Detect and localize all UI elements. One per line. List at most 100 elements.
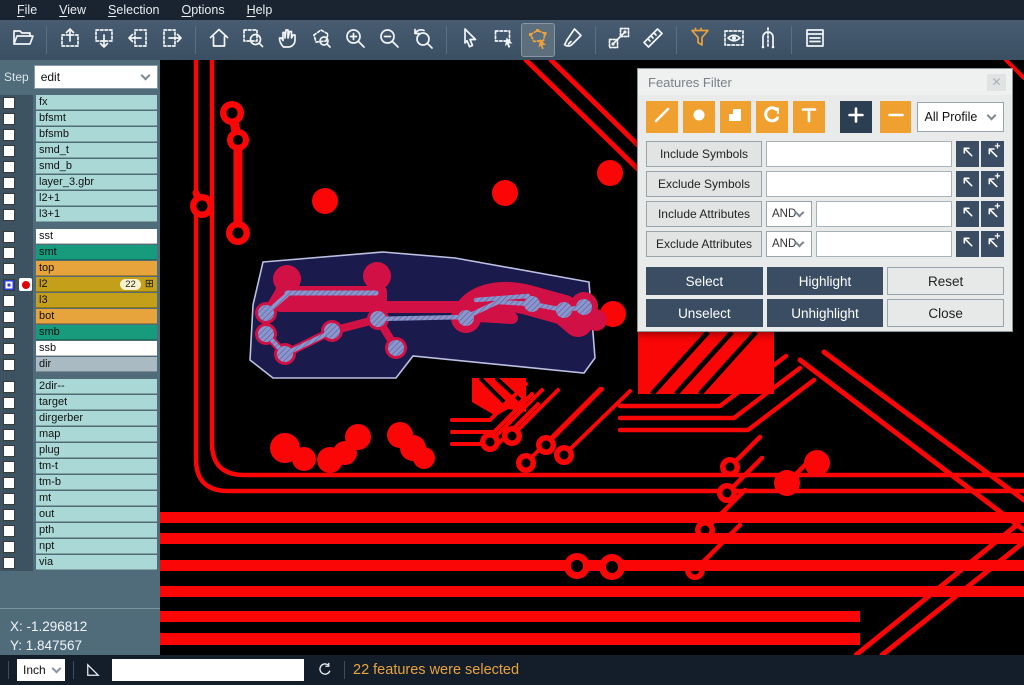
exclude-attributes-input[interactable]: [816, 231, 952, 257]
highlight-button[interactable]: Highlight: [767, 267, 884, 295]
include-attributes-input[interactable]: [816, 201, 952, 227]
layer-visibility-checkbox[interactable]: [3, 311, 15, 323]
feature-type-arc-button[interactable]: [756, 101, 788, 133]
layer-row-l2+1[interactable]: l2+1: [0, 191, 160, 206]
exclude-symbols-pick-button[interactable]: [956, 171, 979, 197]
layer-visibility-checkbox[interactable]: [3, 145, 15, 157]
include-attributes-pick-add-button[interactable]: [981, 201, 1004, 227]
exclude-attributes-pick-button[interactable]: [956, 231, 979, 257]
include-symbols-input[interactable]: [766, 141, 952, 167]
unselect-button[interactable]: Unselect: [646, 299, 763, 327]
features-filter-button[interactable]: [684, 24, 716, 56]
layer-name[interactable]: dirgerber: [36, 411, 157, 426]
layer-row-fx[interactable]: fx: [0, 95, 160, 110]
include-symbols-button[interactable]: Include Symbols: [646, 141, 762, 167]
layer-visibility-checkbox[interactable]: [3, 177, 15, 189]
layer-name[interactable]: l2+1: [36, 191, 157, 206]
exclude-attributes-button[interactable]: Exclude Attributes: [646, 231, 762, 257]
layer-name[interactable]: tm-t: [36, 459, 157, 474]
layer-visibility-checkbox[interactable]: [3, 247, 15, 259]
open-file-button[interactable]: [7, 24, 39, 56]
units-dropdown[interactable]: Inch: [17, 659, 65, 681]
view-options-button[interactable]: [718, 24, 750, 56]
exclude-symbols-pick-add-button[interactable]: [981, 171, 1004, 197]
add-filter-button[interactable]: [840, 101, 872, 133]
layer-visibility-checkbox[interactable]: [3, 413, 15, 425]
layer-name[interactable]: target: [36, 395, 157, 410]
close-icon[interactable]: ✕: [987, 74, 1006, 91]
layer-visibility-checkbox[interactable]: [3, 525, 15, 537]
layer-visibility-checkbox[interactable]: [3, 295, 15, 307]
layer-name[interactable]: l3: [36, 293, 157, 308]
layer-row-smd_t[interactable]: smd_t: [0, 143, 160, 158]
close-button[interactable]: Close: [887, 299, 1004, 327]
snap-mode-button[interactable]: [752, 24, 784, 56]
layer-name[interactable]: tm-b: [36, 475, 157, 490]
select-pointer-button[interactable]: [454, 24, 486, 56]
menu-options[interactable]: Options: [170, 1, 235, 19]
menu-file[interactable]: File: [6, 1, 48, 19]
layer-name[interactable]: map: [36, 427, 157, 442]
layer-name[interactable]: out: [36, 507, 157, 522]
unhighlight-button[interactable]: Unhighlight: [767, 299, 884, 327]
zoom-out-button[interactable]: [373, 24, 405, 56]
layer-visibility-checkbox[interactable]: [3, 461, 15, 473]
layer-visibility-checkbox[interactable]: [3, 129, 15, 141]
dialog-titlebar[interactable]: Features Filter ✕: [638, 69, 1012, 95]
layer-row-2dir--[interactable]: 2dir--: [0, 379, 160, 394]
layer-name[interactable]: sst: [36, 229, 157, 244]
layer-visibility-checkbox[interactable]: [3, 263, 15, 275]
layer-visibility-checkbox[interactable]: [3, 477, 15, 489]
layer-name[interactable]: smt: [36, 245, 157, 260]
layer-visibility-checkbox[interactable]: [3, 381, 15, 393]
layer-visibility-checkbox[interactable]: [3, 209, 15, 221]
include-symbols-pick-button[interactable]: [956, 141, 979, 167]
menu-help[interactable]: Help: [236, 1, 284, 19]
feature-type-surface-button[interactable]: [720, 101, 752, 133]
view-right-button[interactable]: [156, 24, 188, 56]
profile-dropdown[interactable]: All Profile: [917, 102, 1004, 132]
snap-angle-icon[interactable]: [82, 659, 104, 681]
layer-row-out[interactable]: out: [0, 507, 160, 522]
layer-visibility-checkbox[interactable]: [3, 509, 15, 521]
layer-row-bot[interactable]: bot: [0, 309, 160, 324]
layer-name[interactable]: npt: [36, 539, 157, 554]
layer-visibility-checkbox[interactable]: [3, 541, 15, 553]
zoom-in-button[interactable]: [339, 24, 371, 56]
measure-distance-button[interactable]: [603, 24, 635, 56]
layer-row-mt[interactable]: mt: [0, 491, 160, 506]
feature-type-text-button[interactable]: [793, 101, 825, 133]
layer-name[interactable]: pth: [36, 523, 157, 538]
layer-name[interactable]: bot: [36, 309, 157, 324]
exclude-attributes-operator-dropdown[interactable]: AND: [766, 231, 812, 257]
step-dropdown[interactable]: edit: [34, 65, 158, 89]
layer-row-tm-t[interactable]: tm-t: [0, 459, 160, 474]
ruler-button[interactable]: [637, 24, 669, 56]
feature-type-pad-button[interactable]: [683, 101, 715, 133]
layer-row-smd_b[interactable]: smd_b: [0, 159, 160, 174]
layer-name[interactable]: via: [36, 555, 157, 570]
layer-name[interactable]: plug: [36, 443, 157, 458]
menu-selection[interactable]: Selection: [97, 1, 170, 19]
zoom-window-button[interactable]: [237, 24, 269, 56]
layer-row-l3[interactable]: l3: [0, 293, 160, 308]
layer-row-ssb[interactable]: ssb: [0, 341, 160, 356]
grid-view-icon[interactable]: ⊞: [145, 279, 154, 290]
layer-name[interactable]: smd_b: [36, 159, 157, 174]
layer-name[interactable]: l3+1: [36, 207, 157, 222]
layer-row-top[interactable]: top: [0, 261, 160, 276]
layer-visibility-checkbox[interactable]: [3, 113, 15, 125]
include-attributes-button[interactable]: Include Attributes: [646, 201, 762, 227]
select-rectangle-button[interactable]: [488, 24, 520, 56]
layer-visibility-checkbox[interactable]: [3, 161, 15, 173]
include-attributes-operator-dropdown[interactable]: AND: [766, 201, 812, 227]
reset-button[interactable]: Reset: [887, 267, 1004, 295]
layer-name[interactable]: fx: [36, 95, 157, 110]
layer-name[interactable]: l222⊞: [36, 277, 157, 292]
refresh-icon[interactable]: [314, 659, 336, 681]
layer-visibility-checkbox[interactable]: [3, 429, 15, 441]
layer-name[interactable]: bfsmb: [36, 127, 157, 142]
view-left-button[interactable]: [122, 24, 154, 56]
include-attributes-pick-button[interactable]: [956, 201, 979, 227]
exclude-symbols-input[interactable]: [766, 171, 952, 197]
